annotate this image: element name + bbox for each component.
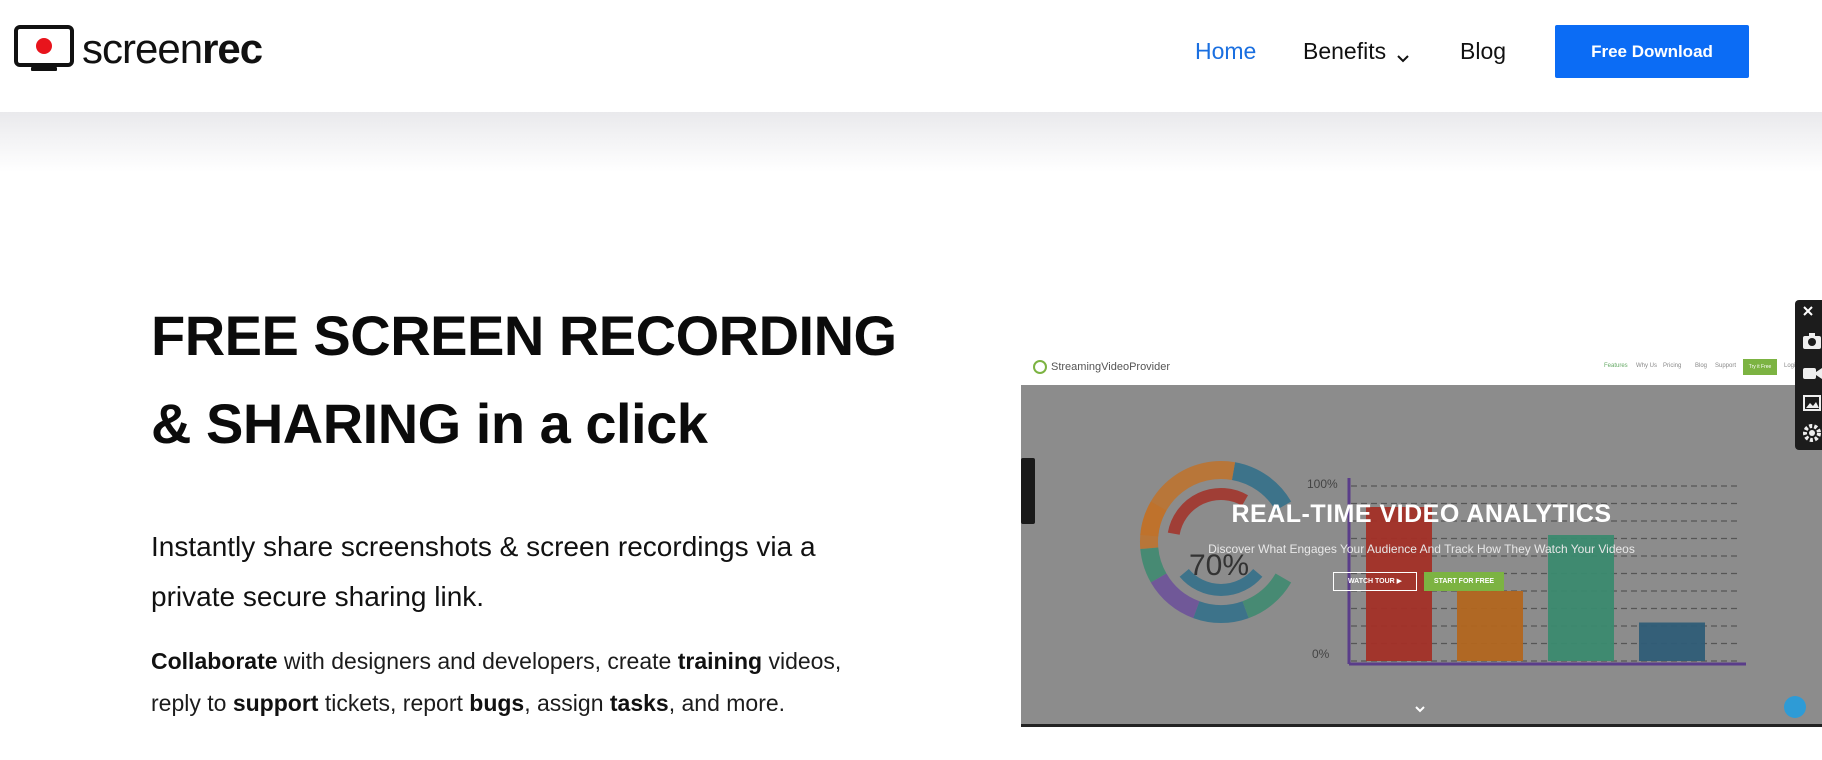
gear-icon[interactable] (1801, 422, 1822, 444)
hero-body-text: , and more. (668, 690, 786, 716)
nav-benefits[interactable]: Benefits (1303, 38, 1410, 65)
hero-body-keyword: training (677, 648, 763, 674)
close-icon[interactable] (1801, 304, 1822, 326)
chart-bar (1639, 622, 1705, 661)
hero-subtitle: Instantly share screenshots & screen rec… (151, 531, 816, 612)
hero-body-text: , assign (524, 690, 610, 716)
chevron-down-icon (1396, 45, 1410, 62)
logo-wordmark: screenrec (82, 25, 263, 72)
analytics-chart (1140, 461, 1746, 666)
preview-bottom-border (1021, 724, 1822, 727)
donut-segment (1193, 601, 1249, 623)
site-header: screenrec Home Benefits Blog Free Downlo… (0, 0, 1822, 112)
nav-blog[interactable]: Blog (1460, 38, 1506, 65)
monitor-record-icon (14, 25, 74, 73)
axis-label-bottom: 0% (1312, 647, 1330, 661)
hero-body-keyword: support (232, 690, 319, 716)
header-shadow (0, 112, 1822, 172)
recorder-toolbar[interactable] (1795, 300, 1822, 450)
video-camera-icon[interactable] (1801, 362, 1822, 384)
preview-tagline: Discover What Engages Your Audience And … (1208, 542, 1635, 556)
hero-title-line2: & SHARING in a click (151, 392, 708, 455)
scroll-down-icon (1414, 704, 1426, 714)
product-preview: StreamingVideoProvider Features Why Us P… (1021, 352, 1822, 727)
preview-start-free-button: START FOR FREE (1424, 572, 1504, 591)
camera-icon[interactable] (1801, 330, 1822, 352)
gallery-icon[interactable] (1801, 392, 1822, 414)
preview-watch-tour-button: WATCH TOUR ▶ (1333, 572, 1417, 591)
hero-title-line1: FREE SCREEN RECORDING (151, 304, 897, 367)
mini-recorder-toolbar (1021, 458, 1035, 524)
hero-body-keyword: tasks (609, 690, 669, 716)
free-download-button[interactable]: Free Download (1555, 25, 1749, 78)
hero-body-keyword: Collaborate (151, 648, 278, 674)
logo[interactable]: screenrec (14, 24, 263, 74)
chart-bar (1457, 591, 1523, 661)
hero-body: Collaborate with designers and developer… (151, 640, 891, 724)
hero-body-text: tickets, report (318, 690, 470, 716)
hero-title: FREE SCREEN RECORDING & SHARING in a cli… (151, 292, 911, 468)
axis-label-top: 100% (1307, 477, 1338, 491)
preview-headline: REAL-TIME VIDEO ANALYTICS (1231, 500, 1612, 528)
hero-body-keyword: bugs (469, 690, 525, 716)
nav-benefits-label: Benefits (1303, 38, 1387, 64)
chat-icon (1784, 696, 1806, 718)
nav-home[interactable]: Home (1195, 38, 1256, 65)
hero-body-text: with designers and developers, create (277, 648, 678, 674)
